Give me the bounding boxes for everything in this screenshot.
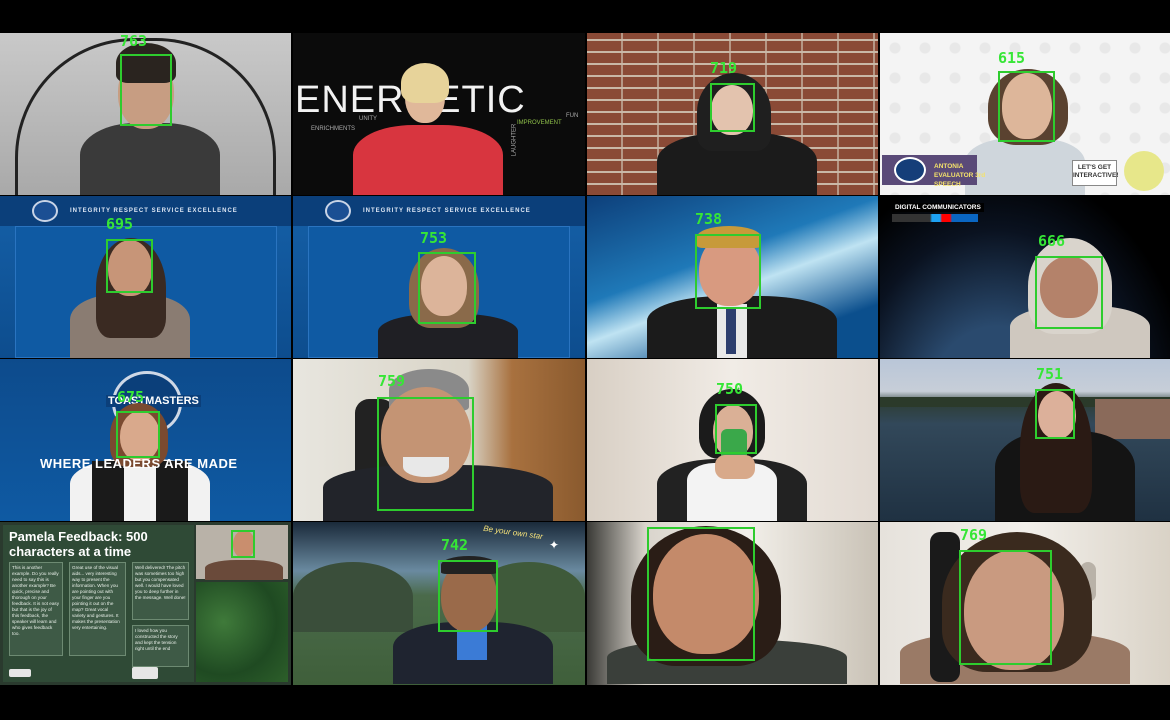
face-id-label: 742 <box>441 536 469 554</box>
video-tile-10[interactable]: 759 <box>293 359 585 521</box>
background-word: FUN <box>566 113 579 119</box>
face-box <box>695 234 761 309</box>
face-box <box>710 83 755 132</box>
slide-button[interactable] <box>9 669 31 677</box>
logo-icon <box>894 157 926 183</box>
speaker-name: ANTONIA EVALUATOR 3rd SPEECH <box>934 163 986 188</box>
social-icons <box>892 214 978 222</box>
video-grid: 763 ENERGETIC ENRICHMENTS UNITY LAUGHTER… <box>0 33 1170 688</box>
face-box <box>1035 256 1103 329</box>
video-tile-6[interactable]: INTEGRITY RESPECT SERVICE EXCELLENCE 753 <box>293 196 585 358</box>
face-box <box>377 397 474 511</box>
face-id-label: 755 <box>232 522 259 523</box>
slide-title: Pamela Feedback: 500 characters at a tim… <box>9 529 148 559</box>
face-box <box>116 411 160 458</box>
face-id-label: 666 <box>1038 232 1066 250</box>
video-tile-4[interactable]: ANTONIA EVALUATOR 3rd SPEECH LET'S GET I… <box>880 33 1170 195</box>
face-id-label: 751 <box>1036 365 1064 383</box>
face-box <box>959 550 1052 665</box>
face-box <box>998 71 1055 142</box>
face-box <box>647 527 755 661</box>
face-box <box>106 239 153 293</box>
logo-icon <box>325 200 351 222</box>
feedback-card: Well delivered! The pitch was sometimes … <box>132 562 189 620</box>
face-box <box>120 54 172 126</box>
video-tile-9[interactable]: TOASTMASTERS WHERE LEADERS ARE MADE 675 <box>0 359 291 521</box>
video-tile-3[interactable]: 719 <box>587 33 878 195</box>
face-id-label: 769 <box>960 526 988 544</box>
video-tile-11[interactable]: 750 <box>587 359 878 521</box>
video-tile-16[interactable]: 769 <box>880 522 1170 685</box>
video-tile-2[interactable]: ENERGETIC ENRICHMENTS UNITY LAUGHTER IMP… <box>293 33 585 195</box>
face-box <box>438 560 498 632</box>
face-id-label: 675 <box>117 388 145 406</box>
face-id-label: 763 <box>120 33 148 50</box>
background-word: ENRICHMENTS <box>311 126 356 132</box>
channel-title: DIGITAL COMMUNICATORS <box>892 203 984 212</box>
feedback-slide: Pamela Feedback: 500 characters at a tim… <box>3 525 194 682</box>
face-id-label: 695 <box>106 215 134 233</box>
star-icon: ✦ <box>549 538 560 552</box>
video-tile-5[interactable]: INTEGRITY RESPECT SERVICE EXCELLENCE 695 <box>0 196 291 358</box>
face-box <box>231 530 255 558</box>
feedback-card: This is another example. Do you really n… <box>9 562 63 656</box>
video-tile-15[interactable]: 740 <box>587 522 878 685</box>
callout-badge: LET'S GET INTERACTIVE! <box>1072 160 1119 186</box>
banner-text: INTEGRITY RESPECT SERVICE EXCELLENCE <box>70 208 238 214</box>
background-word: LAUGHTER <box>511 123 518 157</box>
feedback-card: Great use of the visual aids... very int… <box>69 562 126 656</box>
face-id-label: 750 <box>716 380 744 398</box>
background-text: WHERE LEADERS ARE MADE <box>40 456 238 471</box>
sky-text: Be your own star <box>482 523 544 542</box>
video-tile-8[interactable]: DIGITAL COMMUNICATORS 666 <box>880 196 1170 358</box>
hand-icon <box>1124 151 1164 191</box>
face-box <box>715 404 757 454</box>
face-box <box>1035 389 1075 439</box>
face-box <box>418 252 476 324</box>
face-id-label: 753 <box>420 229 448 247</box>
logo-icon <box>32 200 58 222</box>
video-tile-13[interactable]: Pamela Feedback: 500 characters at a tim… <box>0 522 291 685</box>
feedback-card: I loved how you constructed the story an… <box>132 625 189 667</box>
face-id-label: 738 <box>695 210 723 228</box>
face-id-label: 615 <box>998 49 1026 67</box>
face-id-label: 759 <box>378 372 406 390</box>
video-tile-7[interactable]: 738 <box>587 196 878 358</box>
video-tile-14[interactable]: Be your own star ✦ 742 <box>293 522 585 685</box>
face-id-label: 719 <box>710 59 738 77</box>
banner-text: INTEGRITY RESPECT SERVICE EXCELLENCE <box>363 208 531 214</box>
background-word: UNITY <box>359 116 377 122</box>
slide-button[interactable] <box>132 667 158 679</box>
video-tile-12[interactable]: 751 <box>880 359 1170 521</box>
video-tile-1[interactable]: 763 <box>0 33 291 195</box>
background-word: IMPROVEMENT <box>517 120 562 126</box>
